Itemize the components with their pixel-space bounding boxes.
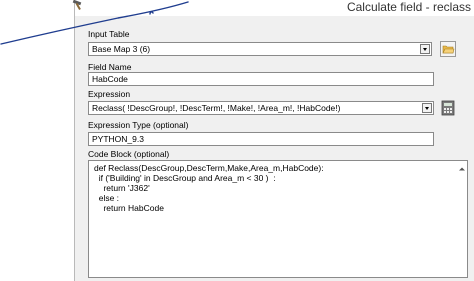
window-title: Calculate field - reclass bbox=[346, 0, 471, 14]
expression-input[interactable]: Reclass( !DescGroup!, !DescTerm!, !Make!… bbox=[88, 101, 434, 115]
expression-type-label: Expression Type (optional) bbox=[88, 120, 189, 130]
code-line: if ('Building' in DescGroup and Area_m <… bbox=[94, 173, 276, 183]
expression-label: Expression bbox=[88, 89, 131, 99]
input-table-value: Base Map 3 (6) bbox=[92, 44, 151, 54]
code-block-label: Code Block (optional) bbox=[88, 149, 170, 159]
desktop-background bbox=[0, 0, 74, 281]
code-line: def Reclass(DescGroup,DescTerm,Make,Area… bbox=[94, 163, 324, 173]
code-line: else : bbox=[94, 193, 120, 203]
chevron-down-icon[interactable] bbox=[422, 103, 432, 113]
code-block-textarea[interactable]: def Reclass(DescGroup,DescTerm,Make,Area… bbox=[88, 160, 468, 278]
calculate-field-dialog: Calculate field - reclass Input Table Ba… bbox=[74, 0, 474, 281]
field-name-select[interactable]: HabCode bbox=[88, 72, 434, 86]
scroll-up-icon[interactable] bbox=[459, 164, 465, 171]
field-name-label: Field Name bbox=[88, 62, 132, 72]
expression-value: Reclass( !DescGroup!, !DescTerm!, !Make!… bbox=[92, 103, 341, 113]
calculator-icon[interactable] bbox=[440, 100, 456, 116]
input-table-label: Input Table bbox=[88, 29, 130, 39]
chevron-down-icon[interactable] bbox=[420, 44, 430, 54]
code-line: return 'J362' bbox=[94, 183, 150, 193]
hammer-icon bbox=[72, 0, 82, 10]
expression-type-select[interactable]: PYTHON_9.3 bbox=[88, 132, 434, 146]
field-name-value: HabCode bbox=[92, 74, 128, 84]
input-table-select[interactable]: Base Map 3 (6) bbox=[88, 42, 432, 56]
expression-type-value: PYTHON_9.3 bbox=[92, 134, 144, 144]
title-bar[interactable]: Calculate field - reclass bbox=[75, 0, 474, 16]
code-line: return HabCode bbox=[94, 203, 164, 213]
open-folder-icon[interactable] bbox=[440, 41, 456, 57]
